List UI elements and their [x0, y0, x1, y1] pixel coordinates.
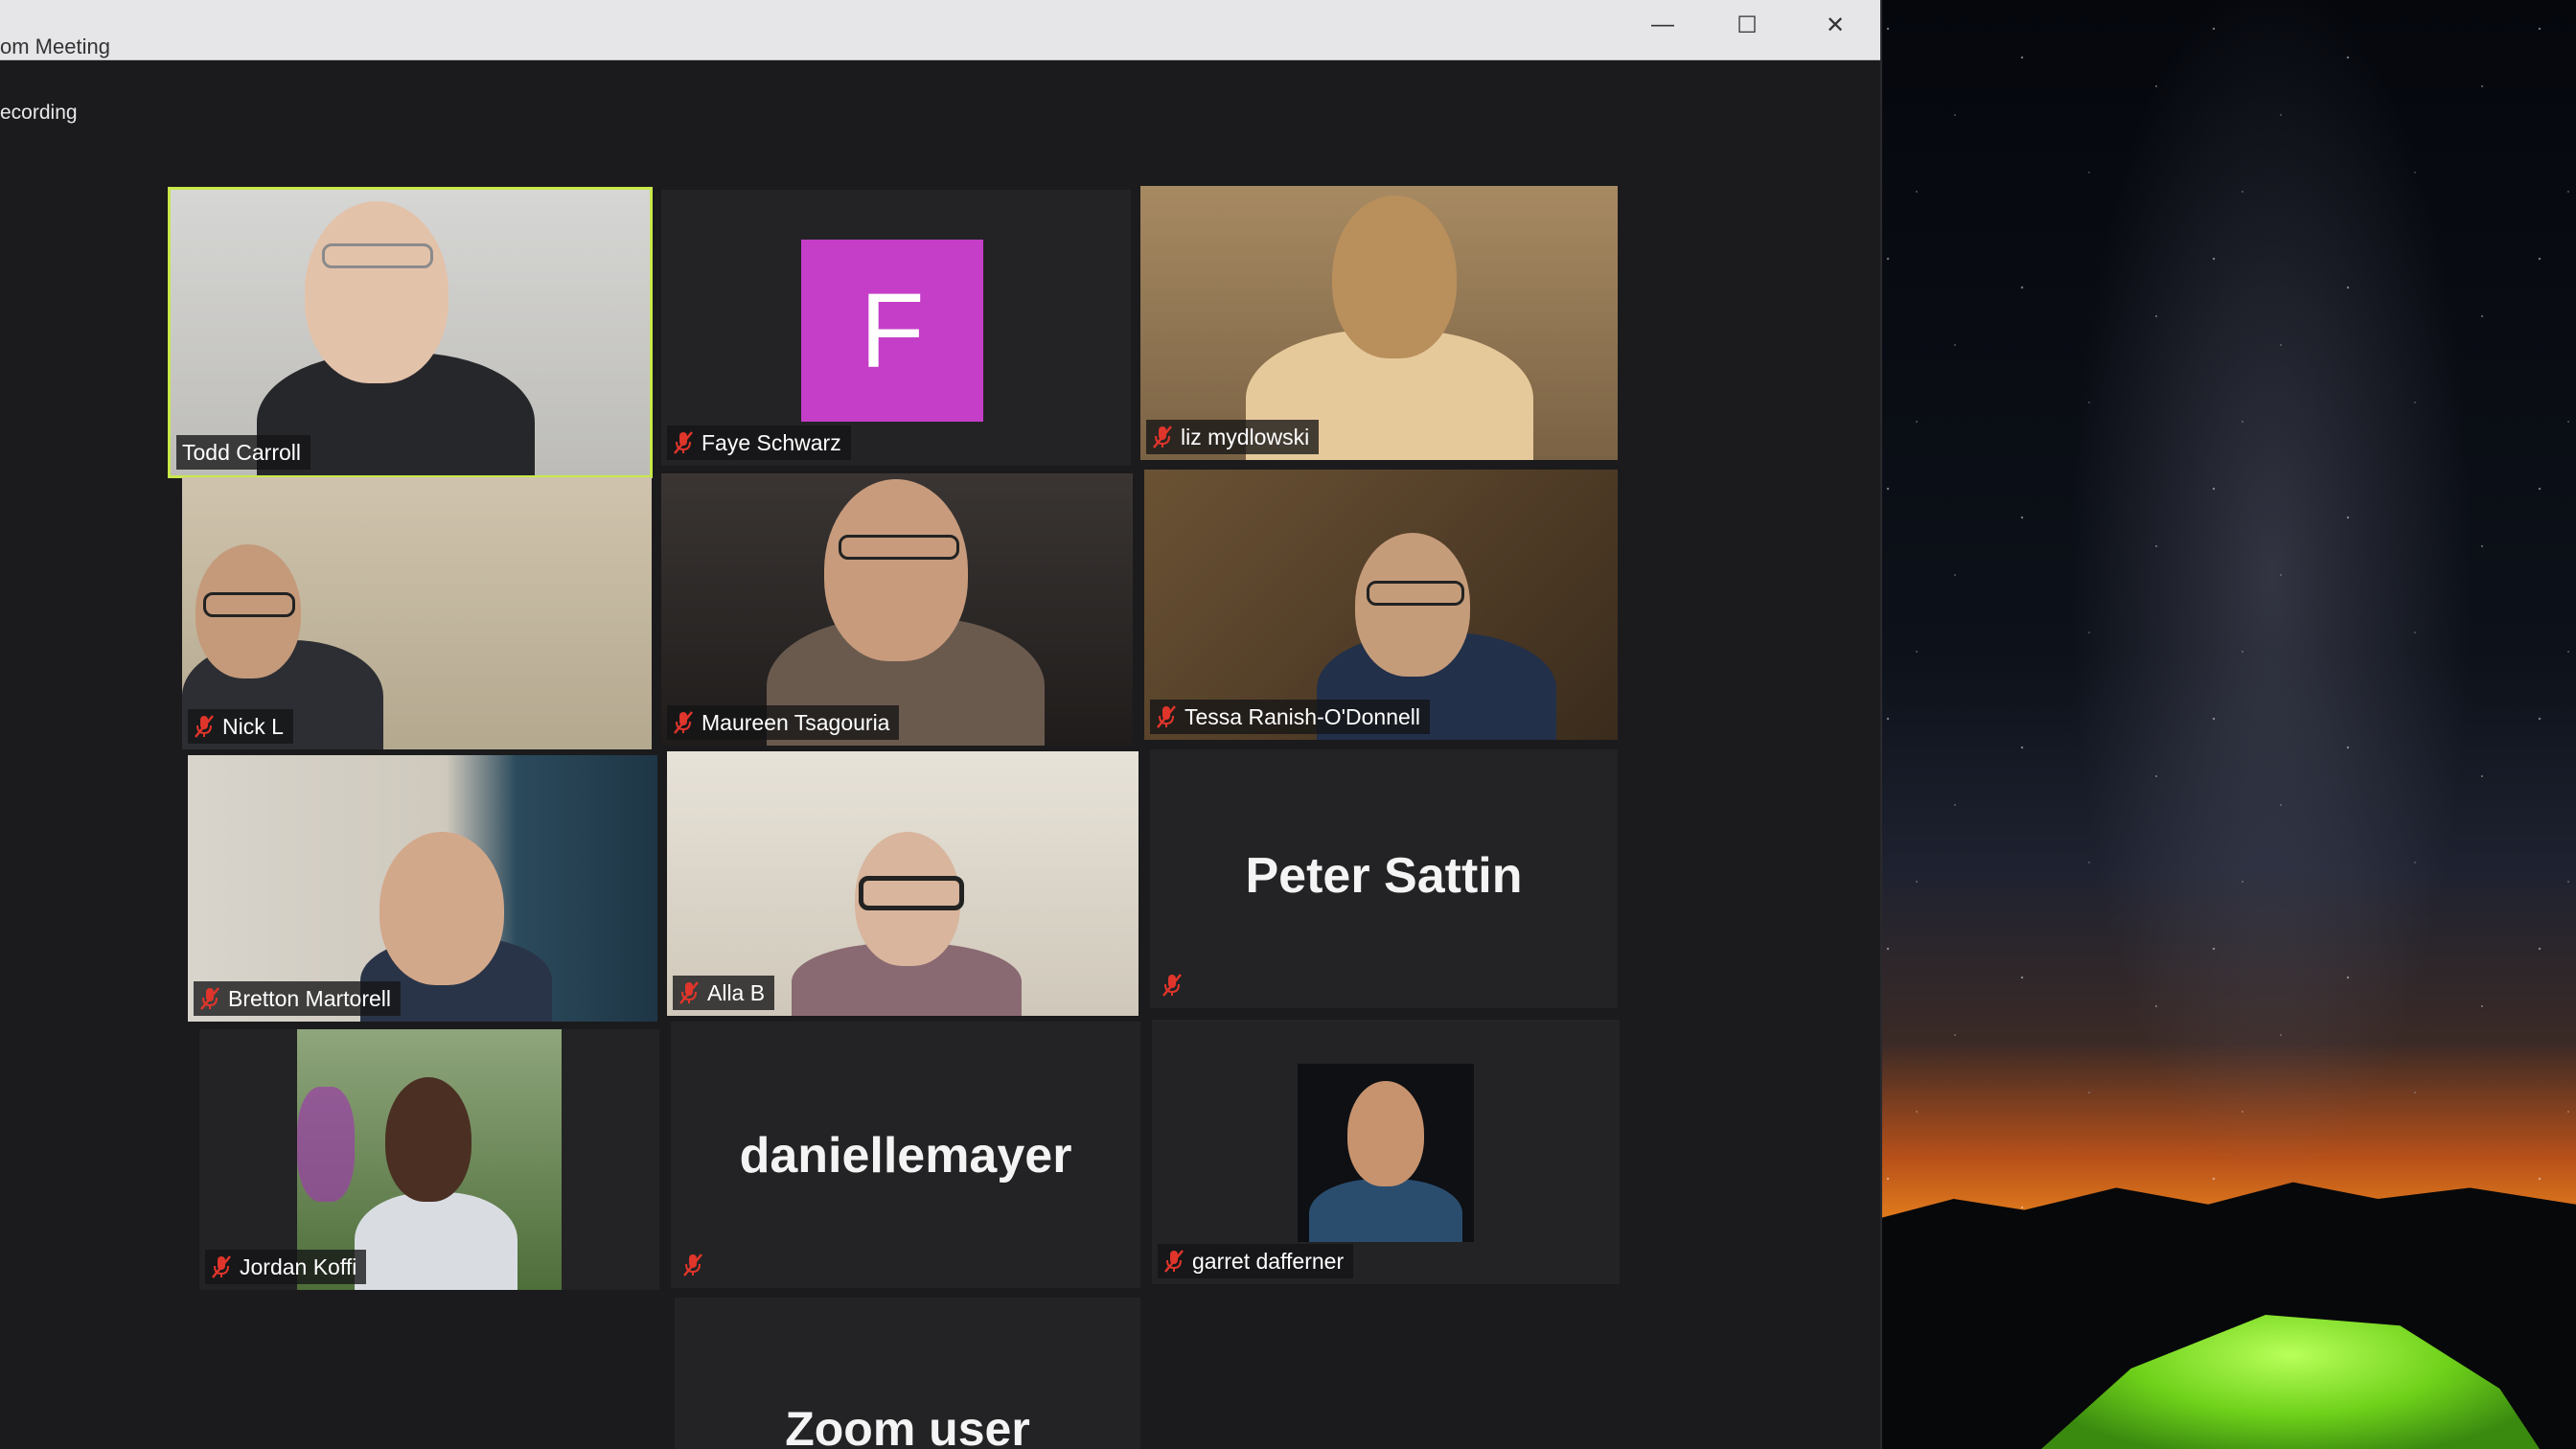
- minimize-button[interactable]: —: [1629, 8, 1696, 42]
- participant-profile-photo: [1298, 1064, 1474, 1242]
- participant-name-label: Alla B: [673, 976, 775, 1010]
- muted-mic-icon: [194, 714, 215, 739]
- muted-mic-icon: [1163, 1249, 1184, 1274]
- participant-tile-maureen-tsagouria[interactable]: Maureen Tsagouria: [661, 473, 1133, 746]
- participant-tile-peter-sattin[interactable]: Peter Sattin: [1150, 749, 1618, 1008]
- participant-tile-garret-dafferner[interactable]: garret dafferner: [1152, 1020, 1620, 1284]
- participant-tile-liz-mydlowski[interactable]: liz mydlowski: [1140, 186, 1618, 460]
- avatar-letter: F: [860, 271, 925, 390]
- participant-avatar: F: [801, 240, 983, 422]
- participant-name-label: garret dafferner: [1158, 1244, 1354, 1278]
- participant-tile-nick-l[interactable]: Nick L: [182, 477, 652, 749]
- muted-mic-icon: [1152, 425, 1173, 449]
- desktop-wallpaper: [1869, 0, 2576, 1449]
- participant-name-label: liz mydlowski: [1146, 420, 1320, 454]
- participant-display-name: Zoom user: [785, 1402, 1030, 1449]
- muted-mic-icon: [1162, 973, 1183, 998]
- participant-name-label: Maureen Tsagouria: [667, 705, 900, 740]
- participant-tile-faye-schwarz[interactable]: F Faye Schwarz: [661, 190, 1131, 466]
- zoom-meeting-window: om Meeting — ☐ ✕ ecording Todd Carroll F…: [0, 0, 1882, 1449]
- participant-display-name: Peter Sattin: [1245, 848, 1523, 904]
- maximize-button[interactable]: ☐: [1714, 8, 1781, 42]
- participant-tile-jordan-koffi[interactable]: Jordan Koffi: [199, 1029, 659, 1290]
- participant-name: Maureen Tsagouria: [702, 709, 890, 735]
- participant-name-label: [677, 1248, 713, 1282]
- participant-tile-daniellemayer[interactable]: daniellemayer: [671, 1022, 1140, 1288]
- participant-name: Jordan Koffi: [240, 1254, 357, 1279]
- window-titlebar[interactable]: om Meeting — ☐ ✕: [0, 0, 1880, 60]
- participant-name-label: Todd Carroll: [176, 435, 310, 470]
- participant-name-label: Faye Schwarz: [667, 426, 851, 460]
- participant-tile-zoom-user[interactable]: Zoom user: [675, 1298, 1140, 1449]
- participant-name-label: Jordan Koffi: [205, 1250, 367, 1284]
- participant-video: [171, 190, 650, 475]
- participant-name: liz mydlowski: [1181, 424, 1310, 449]
- close-icon: ✕: [1825, 12, 1846, 38]
- participant-name-label: Tessa Ranish-O'Donnell: [1150, 700, 1431, 734]
- participant-name: Bretton Martorell: [228, 985, 392, 1011]
- participant-name: Alla B: [707, 979, 766, 1005]
- participant-display-name: daniellemayer: [739, 1128, 1072, 1184]
- participant-name-label: [1156, 968, 1192, 1002]
- participant-name: Todd Carroll: [182, 439, 301, 465]
- participant-tile-tessa-ranish-odonnell[interactable]: Tessa Ranish-O'Donnell: [1144, 470, 1618, 740]
- close-button[interactable]: ✕: [1802, 8, 1869, 42]
- participant-name: Tessa Ranish-O'Donnell: [1184, 703, 1421, 729]
- minimize-icon: —: [1651, 12, 1674, 37]
- participant-tile-bretton-martorell[interactable]: Bretton Martorell: [188, 755, 657, 1022]
- participant-name: Nick L: [222, 713, 284, 739]
- muted-mic-icon: [678, 980, 700, 1005]
- participant-tile-todd-carroll[interactable]: Todd Carroll: [168, 187, 653, 478]
- muted-mic-icon: [199, 986, 220, 1011]
- participant-name: garret dafferner: [1192, 1248, 1345, 1274]
- muted-mic-icon: [682, 1253, 703, 1277]
- participant-name-label: Nick L: [188, 709, 293, 744]
- muted-mic-icon: [1156, 704, 1177, 729]
- participant-tile-alla-b[interactable]: Alla B: [667, 751, 1138, 1016]
- recording-indicator: ecording: [0, 102, 78, 124]
- window-title: om Meeting: [0, 34, 110, 58]
- maximize-icon: ☐: [1736, 12, 1758, 38]
- muted-mic-icon: [211, 1254, 232, 1279]
- muted-mic-icon: [673, 710, 694, 735]
- muted-mic-icon: [673, 430, 694, 455]
- participant-name-label: Bretton Martorell: [194, 981, 402, 1016]
- participant-name: Faye Schwarz: [702, 429, 841, 455]
